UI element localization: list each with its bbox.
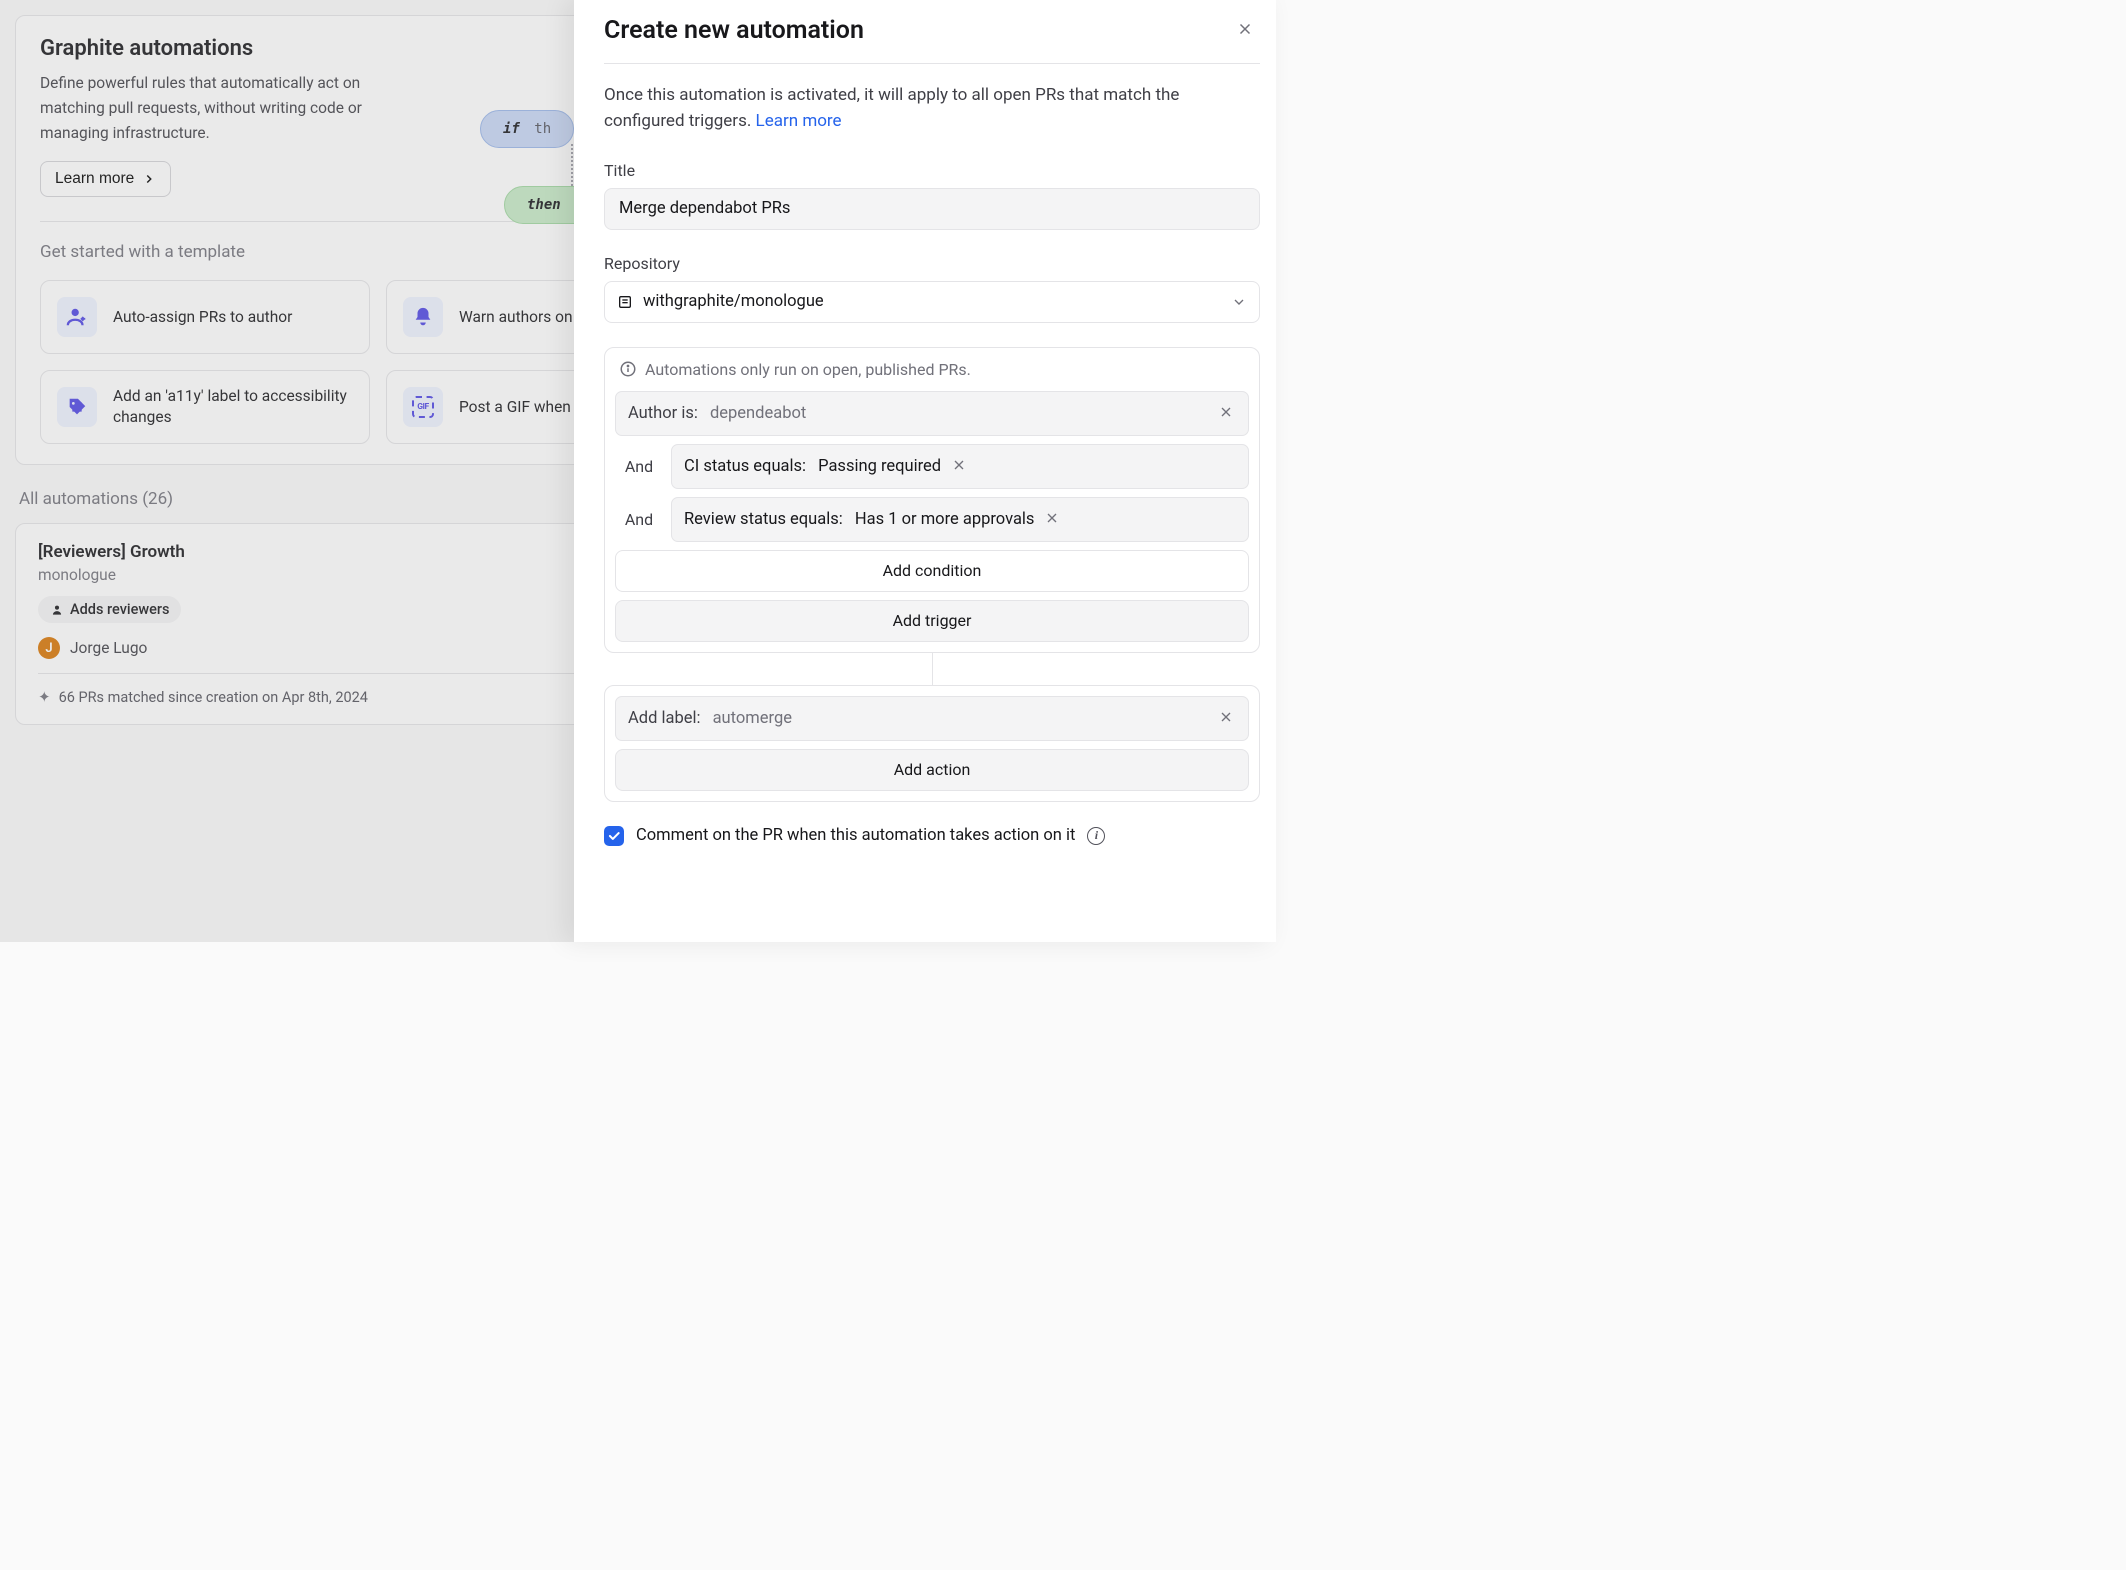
- repository-field-label: Repository: [604, 254, 1260, 273]
- close-icon: [1236, 20, 1254, 38]
- template-label: Auto-assign PRs to author: [113, 307, 292, 329]
- sparkle-icon: ✦: [38, 688, 51, 706]
- avatar: J: [38, 637, 60, 659]
- chevron-down-icon: [1231, 294, 1247, 310]
- drawer-title: Create new automation: [604, 16, 864, 45]
- hero-subtitle: Define powerful rules that automatically…: [40, 71, 380, 145]
- remove-condition-button[interactable]: [949, 455, 969, 478]
- user-icon: [50, 603, 64, 617]
- and-operator: And: [615, 444, 663, 489]
- if-pill-decoration: if th: [480, 110, 574, 148]
- action-prefix: Add label:: [628, 709, 700, 728]
- and-operator: And: [615, 497, 663, 542]
- template-add-a11y-label[interactable]: Add an 'a11y' label to accessibility cha…: [40, 370, 370, 444]
- tag-icon: [57, 387, 97, 427]
- add-trigger-button[interactable]: Add trigger: [615, 600, 1249, 642]
- title-field-label: Title: [604, 161, 1260, 180]
- user-assign-icon: [57, 297, 97, 337]
- vertical-connector: [932, 653, 933, 685]
- gif-icon: GIF: [403, 387, 443, 427]
- remove-action-button[interactable]: [1216, 707, 1236, 730]
- close-button[interactable]: [1230, 14, 1260, 47]
- remove-condition-button[interactable]: [1042, 508, 1062, 531]
- chevron-right-icon: [142, 172, 156, 186]
- condition-author[interactable]: Author is: dependeabot: [615, 391, 1249, 436]
- condition-prefix: Author is:: [628, 404, 698, 423]
- close-icon: [1218, 404, 1234, 420]
- automation-badge: Adds reviewers: [38, 596, 181, 623]
- close-icon: [1218, 709, 1234, 725]
- condition-value: dependeabot: [710, 404, 806, 423]
- learn-more-link[interactable]: Learn more: [756, 111, 842, 131]
- action-value: automerge: [713, 709, 792, 728]
- close-icon: [1044, 510, 1060, 526]
- actions-box: Add label: automerge Add action: [604, 685, 1260, 802]
- triggers-box: Automations only run on open, published …: [604, 347, 1260, 653]
- add-action-button[interactable]: Add action: [615, 749, 1249, 791]
- title-input[interactable]: [604, 188, 1260, 230]
- info-icon: [619, 360, 637, 378]
- template-label: Add an 'a11y' label to accessibility cha…: [113, 386, 353, 429]
- repository-value: withgraphite/monologue: [643, 292, 824, 311]
- rules-note: Automations only run on open, published …: [615, 358, 1249, 381]
- create-automation-drawer: Create new automation Once this automati…: [574, 0, 1276, 942]
- hero-learn-more-label: Learn more: [55, 170, 134, 188]
- hero-learn-more-button[interactable]: Learn more: [40, 161, 171, 197]
- condition-prefix: CI status equals:: [684, 457, 806, 476]
- check-icon: [607, 829, 621, 843]
- condition-value: Has 1 or more approvals: [855, 510, 1035, 529]
- condition-review-status[interactable]: Review status equals: Has 1 or more appr…: [671, 497, 1249, 542]
- connector-line: [571, 144, 573, 186]
- condition-ci-status[interactable]: CI status equals: Passing required: [671, 444, 1249, 489]
- repo-icon: [617, 294, 633, 310]
- bell-icon: [403, 297, 443, 337]
- condition-value: Passing required: [818, 457, 941, 476]
- checkbox-label: Comment on the PR when this automation t…: [636, 826, 1075, 845]
- condition-prefix: Review status equals:: [684, 510, 843, 529]
- drawer-description: Once this automation is activated, it wi…: [604, 82, 1260, 135]
- action-add-label[interactable]: Add label: automerge: [615, 696, 1249, 741]
- remove-condition-button[interactable]: [1216, 402, 1236, 425]
- info-icon[interactable]: i: [1087, 827, 1105, 845]
- add-condition-button[interactable]: Add condition: [615, 550, 1249, 592]
- repository-select[interactable]: withgraphite/monologue: [604, 281, 1260, 323]
- comment-on-pr-checkbox[interactable]: [604, 826, 624, 846]
- close-icon: [951, 457, 967, 473]
- template-auto-assign[interactable]: Auto-assign PRs to author: [40, 280, 370, 354]
